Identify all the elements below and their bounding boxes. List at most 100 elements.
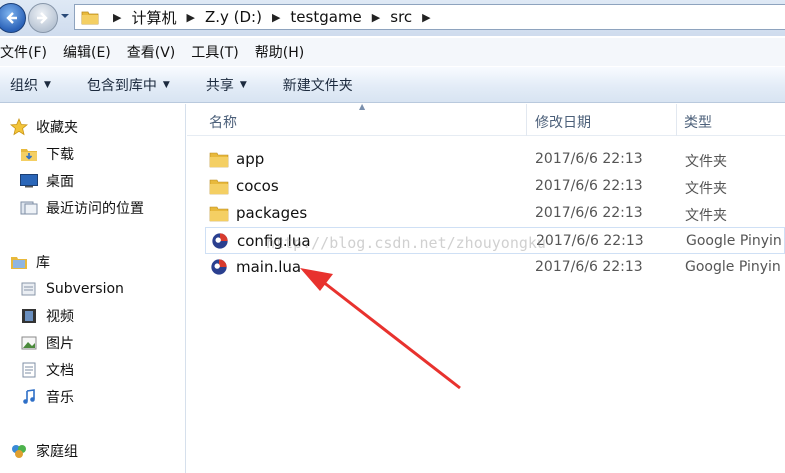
nav-favorites[interactable]: 收藏夹 [10,116,78,138]
nav-homegroup[interactable]: 家庭组 [10,440,78,462]
menu-file[interactable]: 文件(F) [0,42,55,62]
breadcrumb-sep[interactable]: ▶ [103,11,131,24]
nav-label: 桌面 [46,174,74,190]
organize-button[interactable]: 组织 ▼ [10,75,51,95]
file-type: Google Pinyin [685,259,781,275]
desktop-icon [20,172,38,190]
pictures-icon [20,334,38,352]
nav-label: 收藏夹 [36,120,78,136]
breadcrumb-label: src [390,8,413,26]
file-type: 文件夹 [685,208,727,224]
nav-downloads[interactable]: 下载 [20,143,74,165]
share-label: 共享 [205,77,234,94]
nav-label: Subversion [46,281,124,297]
new-folder-label: 新建文件夹 [282,77,353,94]
nav-videos[interactable]: 视频 [20,305,74,327]
column-modified[interactable]: 修改日期 [535,112,591,132]
forward-button[interactable] [28,3,58,33]
folder-icon [209,152,229,168]
file-date: 2017/6/6 22:13 [535,259,643,275]
nav-recent-places[interactable]: 最近访问的位置 [20,197,144,219]
file-type: 文件夹 [685,181,727,197]
chevron-down-icon: ▼ [162,79,170,90]
chevron-down-icon: ▼ [239,79,247,90]
breadcrumb-label: Z.y (D:) [204,8,262,26]
navigation-pane: 收藏夹 下载 桌面 最近访问的位置 库 Subversion 视频 图片 文档 … [0,104,186,473]
file-date: 2017/6/6 22:13 [535,151,643,167]
chevron-down-icon: ▼ [44,79,51,90]
nav-pictures[interactable]: 图片 [20,332,74,354]
file-name: app [236,150,265,168]
subversion-icon [20,280,38,298]
breadcrumb-src[interactable]: src ▶ [390,8,440,26]
nav-label: 家庭组 [36,444,78,460]
back-arrow-icon [6,12,17,24]
nav-label: 文档 [46,363,74,379]
breadcrumb-drive[interactable]: Z.y (D:) ▶ [205,8,290,26]
nav-label: 最近访问的位置 [46,201,144,217]
menu-help[interactable]: 帮助(H) [255,42,312,62]
file-name: main.lua [236,258,302,276]
file-row[interactable]: cocos 2017/6/6 22:13 文件夹 [205,173,785,200]
star-icon [10,118,28,136]
column-type[interactable]: 类型 [684,112,712,132]
forward-arrow-icon [37,12,48,24]
file-row[interactable]: app 2017/6/6 22:13 文件夹 [205,146,785,173]
music-icon [20,388,38,406]
menu-view[interactable]: 查看(V) [127,42,184,62]
breadcrumb-testgame[interactable]: testgame ▶ [290,8,390,26]
share-button[interactable]: 共享 ▼ [206,75,247,95]
videos-icon [20,307,38,325]
menu-bar: 文件(F) 编辑(E) 查看(V) 工具(T) 帮助(H) [0,38,785,66]
command-toolbar: 组织 ▼ 包含到库中 ▼ 共享 ▼ 新建文件夹 [0,67,785,103]
lua-file-icon [212,233,228,249]
back-button[interactable] [0,3,26,33]
file-date: 2017/6/6 22:13 [536,233,644,249]
library-icon [10,253,28,271]
file-list: ▲ 名称 修改日期 类型 app 2017/6/6 22:13 文件夹 coco… [187,102,785,473]
file-row[interactable]: main.lua 2017/6/6 22:13 Google Pinyin [205,254,785,281]
menu-tools[interactable]: 工具(T) [191,42,246,62]
breadcrumb-label: 计算机 [131,8,177,27]
column-name[interactable]: 名称 [209,112,237,132]
folder-icon [209,179,229,195]
file-type: 文件夹 [685,154,727,170]
lua-file-icon [211,259,227,275]
include-library-label: 包含到库中 [86,77,157,94]
recent-pages-dropdown-icon[interactable] [60,12,70,20]
file-date: 2017/6/6 22:13 [535,178,643,194]
nav-desktop[interactable]: 桌面 [20,170,74,192]
file-row[interactable]: packages 2017/6/6 22:13 文件夹 [205,200,785,227]
address-bar-row: ▶ 计算机 ▶ Z.y (D:) ▶ testgame ▶ src ▶ [0,0,785,36]
nav-documents[interactable]: 文档 [20,359,74,381]
nav-subversion[interactable]: Subversion [20,278,124,300]
sort-ascending-icon: ▲ [359,102,366,111]
watermark-text: http://blog.csdn.net/zhouyongku [266,234,546,252]
nav-libraries[interactable]: 库 [10,251,50,273]
include-in-library-button[interactable]: 包含到库中 ▼ [87,75,170,95]
file-date: 2017/6/6 22:13 [535,205,643,221]
homegroup-icon [10,442,28,460]
nav-label: 图片 [46,336,74,352]
folder-icon [209,206,229,222]
nav-label: 音乐 [46,390,74,406]
column-header: ▲ 名称 修改日期 类型 [187,102,785,136]
nav-label: 下载 [46,147,74,163]
downloads-folder-icon [20,145,38,163]
breadcrumb-label: testgame [290,8,362,26]
file-name: packages [236,204,308,222]
nav-music[interactable]: 音乐 [20,386,74,408]
column-divider[interactable] [676,104,677,136]
organize-label: 组织 [10,77,38,94]
menu-edit[interactable]: 编辑(E) [63,42,119,62]
folder-icon [81,11,99,25]
file-type: Google Pinyin [686,233,782,249]
nav-label: 库 [36,255,50,271]
breadcrumb-computer[interactable]: 计算机 ▶ [131,7,204,28]
nav-label: 视频 [46,309,74,325]
address-input[interactable]: ▶ 计算机 ▶ Z.y (D:) ▶ testgame ▶ src ▶ [74,4,785,30]
new-folder-button[interactable]: 新建文件夹 [283,75,353,95]
file-name: cocos [236,177,279,195]
column-divider[interactable] [526,104,527,136]
documents-icon [20,361,38,379]
